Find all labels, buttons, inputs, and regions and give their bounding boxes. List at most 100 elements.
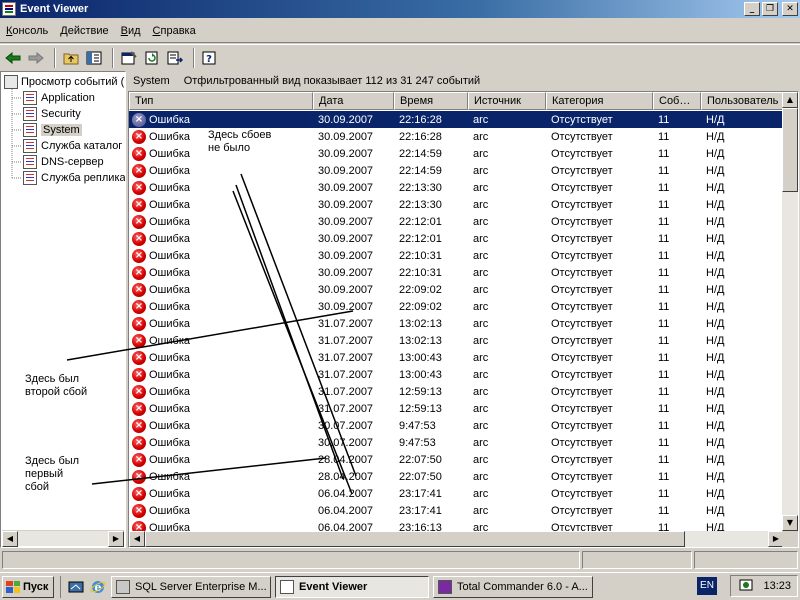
cell-text: Н/Д bbox=[706, 453, 725, 466]
cell-text: Отсутствует bbox=[551, 317, 613, 330]
event-list[interactable]: Тип Дата Время Источник Категория Соб… П… bbox=[128, 91, 799, 548]
cell-source: arc bbox=[468, 403, 546, 415]
menu-help[interactable]: Справка bbox=[147, 25, 202, 37]
show-hide-tree-icon[interactable] bbox=[84, 48, 104, 68]
taskbar-button-total-commander[interactable]: Total Commander 6.0 - A... bbox=[433, 575, 593, 598]
cell-date: 30.09.2007 bbox=[313, 148, 394, 160]
menu-console[interactable]: Консоль bbox=[0, 25, 54, 37]
cell-text: 11 bbox=[658, 334, 670, 347]
vertical-scroll-thumb[interactable] bbox=[782, 108, 798, 192]
scroll-left-icon[interactable]: ◀ bbox=[129, 531, 145, 547]
forward-icon[interactable] bbox=[26, 48, 46, 68]
vertical-scrollbar[interactable]: ▲ ▼ bbox=[782, 92, 798, 531]
table-row[interactable]: × Ошибка 30.09.2007 22:13:30 arc Отсутствует 1… bbox=[129, 196, 784, 213]
table-row[interactable]: × Ошибка 06.04.2007 23:17:41 arc Отсутствует 1… bbox=[129, 485, 784, 502]
menu-action[interactable]: Действие bbox=[54, 25, 114, 37]
cell-source: arc bbox=[468, 182, 546, 194]
column-header-date[interactable]: Дата bbox=[313, 92, 394, 110]
cell-source: arc bbox=[468, 131, 546, 143]
table-row[interactable]: × Ошибка 30.09.2007 22:12:01 arc Отсутствует 1… bbox=[129, 230, 784, 247]
table-row[interactable]: × Ошибка 31.07.2007 12:59:13 arc Отсутствует 1… bbox=[129, 383, 784, 400]
cell-category: Отсутствует bbox=[546, 471, 653, 483]
cell-time: 22:10:31 bbox=[394, 250, 468, 262]
table-row[interactable]: × Ошибка 30.09.2007 22:16:28 arc Отсутствует 1… bbox=[129, 111, 784, 128]
cell-text: Н/Д bbox=[706, 130, 725, 143]
cell-text: 11 bbox=[658, 351, 670, 364]
back-icon[interactable] bbox=[3, 48, 23, 68]
cell-text: Отсутствует bbox=[551, 436, 613, 449]
start-button[interactable]: Пуск bbox=[2, 575, 54, 598]
show-desktop-icon[interactable] bbox=[67, 578, 85, 596]
error-icon: × bbox=[132, 214, 146, 229]
column-header-event[interactable]: Соб… bbox=[653, 92, 701, 110]
tree-horizontal-scrollbar[interactable]: ◀ ▶ bbox=[2, 530, 124, 547]
refresh-icon[interactable] bbox=[142, 48, 162, 68]
internet-explorer-icon[interactable]: e bbox=[89, 578, 107, 596]
table-row[interactable]: × Ошибка 31.07.2007 12:59:13 arc Отсутствует 1… bbox=[129, 400, 784, 417]
table-row[interactable]: × Ошибка 06.04.2007 23:17:41 arc Отсутствует 1… bbox=[129, 502, 784, 519]
properties-icon[interactable] bbox=[119, 48, 139, 68]
table-row[interactable]: × Ошибка 30.09.2007 22:14:59 arc Отсутствует 1… bbox=[129, 162, 784, 179]
tree-item-dns-server[interactable]: DNS-сервер bbox=[23, 154, 104, 170]
cell-user: Н/Д bbox=[701, 505, 784, 517]
column-header-time[interactable]: Время bbox=[394, 92, 468, 110]
column-header-source[interactable]: Источник bbox=[468, 92, 546, 110]
export-list-icon[interactable] bbox=[165, 48, 185, 68]
tree-item-security[interactable]: Security bbox=[23, 106, 81, 122]
cell-text: 11 bbox=[658, 147, 670, 160]
tray-app-icon[interactable] bbox=[739, 578, 753, 595]
cell-event: 11 bbox=[653, 369, 701, 381]
taskbar-button-sql-server[interactable]: SQL Server Enterprise M... bbox=[111, 575, 271, 598]
tree-item-directory-service[interactable]: Служба каталог bbox=[23, 138, 122, 154]
cell-text: arc bbox=[473, 266, 489, 279]
table-row[interactable]: × Ошибка 30.09.2007 22:12:01 arc Отсутствует 1… bbox=[129, 213, 784, 230]
scroll-up-icon[interactable]: ▲ bbox=[782, 92, 798, 108]
cell-event: 11 bbox=[653, 318, 701, 330]
table-row[interactable]: × Ошибка 30.09.2007 22:09:02 arc Отсутствует 1… bbox=[129, 281, 784, 298]
table-row[interactable]: × Ошибка 30.09.2007 22:13:30 arc Отсутствует 1… bbox=[129, 179, 784, 196]
error-icon: × bbox=[132, 163, 146, 178]
minimize-button[interactable]: _ bbox=[744, 2, 760, 16]
horizontal-scroll-thumb[interactable] bbox=[145, 531, 685, 547]
event-viewer-app-icon[interactable] bbox=[2, 2, 16, 16]
taskbar-button-event-viewer[interactable]: Event Viewer bbox=[275, 575, 429, 598]
close-button[interactable]: ✕ bbox=[782, 2, 798, 16]
table-row[interactable]: × Ошибка 30.09.2007 22:10:31 arc Отсутствует 1… bbox=[129, 247, 784, 264]
cell-text: Отсутствует bbox=[551, 385, 613, 398]
table-row[interactable]: × Ошибка 31.07.2007 13:00:43 arc Отсутствует 1… bbox=[129, 349, 784, 366]
cell-type: × Ошибка bbox=[129, 197, 313, 212]
cell-event: 11 bbox=[653, 403, 701, 415]
table-row[interactable]: × Ошибка 30.07.2007 9:47:53 arc Отсутствует 11… bbox=[129, 417, 784, 434]
table-row[interactable]: × Ошибка 28.04.2007 22:07:50 arc Отсутствует 1… bbox=[129, 468, 784, 485]
table-row[interactable]: × Ошибка 30.09.2007 22:10:31 arc Отсутствует 1… bbox=[129, 264, 784, 281]
cell-text: arc bbox=[473, 249, 489, 262]
up-folder-icon[interactable] bbox=[61, 48, 81, 68]
column-header-category[interactable]: Категория bbox=[546, 92, 653, 110]
column-header-user[interactable]: Пользователь bbox=[701, 92, 784, 110]
table-row[interactable]: × Ошибка 31.07.2007 13:02:13 arc Отсутствует 1… bbox=[129, 332, 784, 349]
cell-text: 12:59:13 bbox=[399, 402, 442, 415]
language-indicator[interactable]: EN bbox=[697, 577, 717, 595]
maximize-button[interactable]: ❐ bbox=[762, 2, 778, 16]
table-row[interactable]: × Ошибка 31.07.2007 13:02:13 arc Отсутствует 1… bbox=[129, 315, 784, 332]
scroll-down-icon[interactable]: ▼ bbox=[782, 515, 798, 531]
help-icon[interactable]: ? bbox=[200, 48, 220, 68]
cell-event: 11 bbox=[653, 182, 701, 194]
scroll-left-icon[interactable]: ◀ bbox=[2, 531, 18, 547]
table-row[interactable]: × Ошибка 30.09.2007 22:09:02 arc Отсутствует 1… bbox=[129, 298, 784, 315]
tree-item-system[interactable]: System bbox=[23, 122, 82, 138]
clock[interactable]: 13:23 bbox=[763, 580, 791, 592]
menu-view[interactable]: Вид bbox=[115, 25, 147, 37]
cell-text: 22:12:01 bbox=[399, 215, 442, 228]
horizontal-scrollbar[interactable]: ◀ ▶ bbox=[129, 531, 784, 547]
tree-item-application[interactable]: Application bbox=[23, 90, 95, 106]
column-header-type[interactable]: Тип bbox=[129, 92, 313, 110]
title-bar[interactable]: Event Viewer _ ❐ ✕ bbox=[0, 0, 800, 18]
table-row[interactable]: × Ошибка 28.04.2007 22:07:50 arc Отсутствует 1… bbox=[129, 451, 784, 468]
scroll-right-icon[interactable]: ▶ bbox=[108, 531, 124, 547]
cell-text: Ошибка bbox=[149, 334, 190, 347]
tree-item-replication-service[interactable]: Служба реплика bbox=[23, 170, 125, 186]
table-row[interactable]: × Ошибка 31.07.2007 13:00:43 arc Отсутствует 1… bbox=[129, 366, 784, 383]
cell-text: Отсутствует bbox=[551, 402, 613, 415]
table-row[interactable]: × Ошибка 30.07.2007 9:47:53 arc Отсутствует 11… bbox=[129, 434, 784, 451]
